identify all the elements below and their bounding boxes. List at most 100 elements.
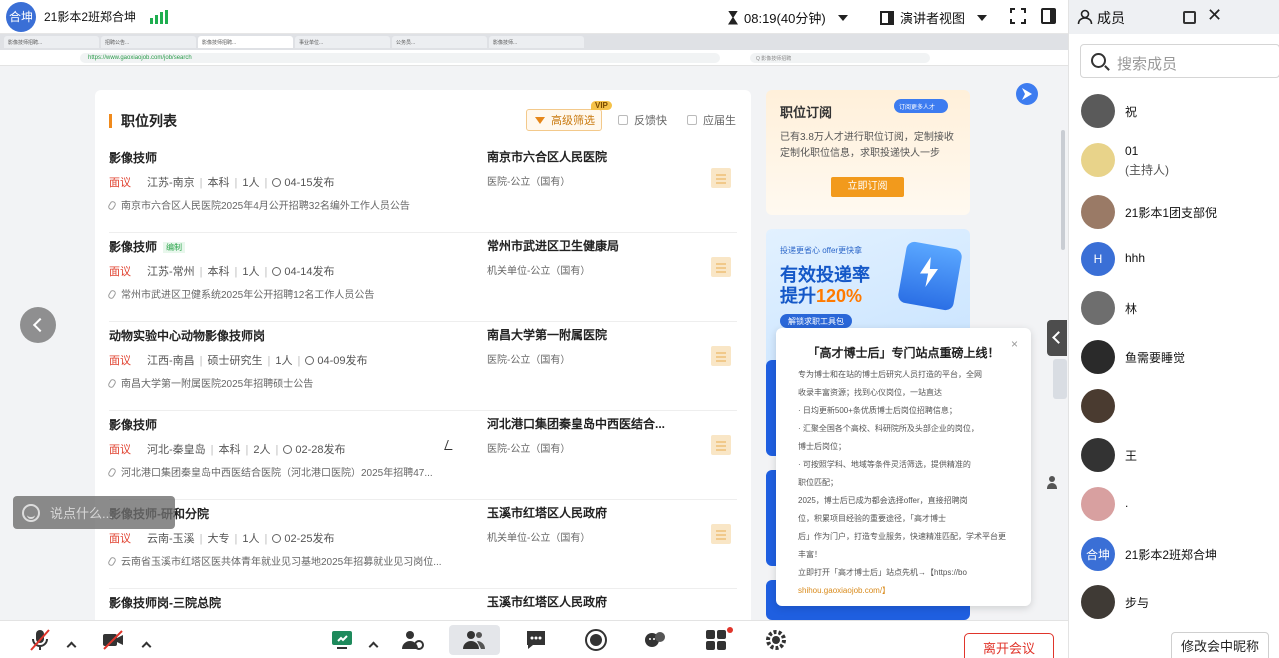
browser-tab[interactable]: 影像技师... xyxy=(489,36,584,48)
person-icon[interactable] xyxy=(1047,476,1057,490)
meeting-name[interactable]: 21影本2班郑合坤 xyxy=(44,8,136,25)
employer-name[interactable]: 常州市武进区卫生健康局 xyxy=(487,237,619,254)
job-item[interactable]: 影像技师 编制 面议 江苏-常州 | 本科 | 1人 | 04-14发布 常州市武进区卫健系统2… xyxy=(95,232,751,321)
advanced-filter-button[interactable]: 高级筛选 xyxy=(526,109,602,131)
job-title-text: 影像技师 xyxy=(109,151,158,165)
subscription-badge[interactable]: 订阅更多人才 xyxy=(894,99,948,113)
divider xyxy=(109,410,737,411)
browser-tab[interactable]: 影像技师招聘... xyxy=(4,36,99,48)
fresh-grad-checkbox[interactable]: 应届生 xyxy=(687,112,736,128)
chevron-up-icon[interactable] xyxy=(368,641,379,652)
job-item[interactable]: 动物实验中心动物影像技师岗 面议 江西-南昌 | 硕士研究生 | 1人 | 04-09发布 南… xyxy=(95,321,751,410)
subscribe-button[interactable]: 立即订阅 xyxy=(831,177,904,197)
job-item[interactable]: 影像技师 面议 江苏-南京 | 本科 | 1人 | 04-15发布 南京市六合区人民医院202… xyxy=(95,143,751,232)
member-search-input[interactable]: 搜索成员 xyxy=(1080,44,1279,78)
member-row[interactable]: H hhh xyxy=(1081,242,1279,282)
view-mode-selector[interactable]: 演讲者视图 xyxy=(880,8,988,27)
site-logo-icon[interactable] xyxy=(1016,83,1038,105)
smiley-icon[interactable] xyxy=(22,503,40,522)
location: 云南-玉溪 xyxy=(147,533,195,545)
page-scrollbar[interactable] xyxy=(1061,130,1065,250)
member-row[interactable]: 林 xyxy=(1081,291,1279,331)
chat-bullet-input[interactable]: 说点什么... xyxy=(13,496,175,529)
add-participant-icon[interactable] xyxy=(401,628,425,652)
member-row[interactable] xyxy=(1081,389,1279,429)
members-panel: 成员 ✕ 搜索成员 祝 01 (主持人) 21影本1团支部倪 H hhh 林 鱼… xyxy=(1068,0,1279,658)
salary: 面议 xyxy=(109,444,131,456)
member-name: 21影本2班郑合坤 xyxy=(1125,548,1218,562)
headcount: 1人 xyxy=(275,355,293,367)
employer-name[interactable]: 玉溪市红塔区人民政府 xyxy=(487,593,607,610)
chevron-up-icon[interactable] xyxy=(66,641,77,652)
fullscreen-icon[interactable] xyxy=(1010,8,1026,24)
job-title[interactable]: 影像技师 xyxy=(109,149,157,166)
rename-in-meeting-button[interactable]: 修改会中昵称 xyxy=(1171,632,1269,658)
members-button[interactable] xyxy=(449,625,500,655)
microphone-muted-icon[interactable] xyxy=(28,628,52,652)
job-title[interactable]: 影像技师 编制 xyxy=(109,238,186,255)
paperclip-icon xyxy=(107,556,117,567)
side-toolbar[interactable] xyxy=(1053,359,1067,399)
url-field[interactable]: https://www.gaoxiaojob.com/job/search xyxy=(80,52,720,63)
chat-icon[interactable] xyxy=(524,628,548,652)
previous-arrow-icon[interactable] xyxy=(20,307,56,343)
job-title[interactable]: 动物实验中心动物影像技师岗 xyxy=(109,327,265,344)
chevron-down-icon[interactable] xyxy=(837,14,848,21)
popup-link[interactable]: shihou.gaoxiaojob.com/】 xyxy=(798,582,1016,600)
checkbox-label: 反馈快 xyxy=(634,115,667,127)
collapse-sidebar-icon[interactable] xyxy=(1047,320,1067,356)
job-subscription-card: 职位订阅 订阅更多人才 已有3.8万人才进行职位订阅，定制接收定制化职位信息，求… xyxy=(766,90,970,215)
host-avatar[interactable]: 合坤 xyxy=(6,1,36,32)
record-icon[interactable] xyxy=(584,628,608,652)
subscription-text: 已有3.8万人才进行职位订阅，定制接收定制化职位信息，求职投递快人一步 xyxy=(780,132,954,159)
signal-icon[interactable] xyxy=(150,9,169,24)
job-announcement[interactable]: 南京市六合区人民医院2025年4月公开招聘32名编外工作人员公告 xyxy=(107,197,410,212)
member-row[interactable]: 鱼需要睡觉 xyxy=(1081,340,1279,380)
job-title[interactable]: 影像技师 xyxy=(109,416,157,433)
fast-feedback-checkbox[interactable]: 反馈快 xyxy=(618,112,667,128)
job-item[interactable]: 影像技师-研和分院 面议云南-玉溪|大专|1人|02-25发布 云南省玉溪市红塔… xyxy=(95,499,751,588)
camera-off-icon[interactable] xyxy=(101,628,125,652)
member-row[interactable]: 合坤 21影本2班郑合坤 xyxy=(1081,537,1279,577)
member-row[interactable]: 步与 xyxy=(1081,585,1279,625)
promo-cta[interactable]: 解锁求职工具包 xyxy=(780,314,852,328)
browser-tab[interactable]: 事业单位... xyxy=(295,36,390,48)
education: 本科 xyxy=(207,266,230,278)
member-row[interactable]: 01 (主持人) xyxy=(1081,143,1279,183)
leave-meeting-button[interactable]: 离开会议 xyxy=(964,633,1054,658)
job-title[interactable]: 影像技师岗-三院总院 xyxy=(109,594,221,611)
job-announcement[interactable]: 南昌大学第一附属医院2025年招聘硕士公告 xyxy=(107,375,313,390)
employer-name[interactable]: 南昌大学第一附属医院 xyxy=(487,326,607,343)
close-icon[interactable]: × xyxy=(1011,337,1018,351)
job-announcement[interactable]: 常州市武进区卫健系统2025年公开招聘12名工作人员公告 xyxy=(107,286,374,301)
reactions-icon[interactable] xyxy=(643,628,667,652)
job-list-title: 职位列表 xyxy=(121,113,177,129)
member-row[interactable]: . xyxy=(1081,487,1279,527)
browser-tab[interactable]: 公务员... xyxy=(392,36,487,48)
job-announcement[interactable]: 云南省玉溪市红塔区医共体青年就业见习基地2025年招募就业见习岗位... xyxy=(107,553,442,568)
job-item[interactable]: 影像技师岗-三院总院 玉溪市红塔区人民政府 xyxy=(95,588,751,620)
apps-icon[interactable] xyxy=(704,628,728,652)
meeting-timer[interactable]: 08:19(40分钟) xyxy=(728,8,848,27)
popup-line[interactable]: 立即打开「高才博士后」站点先机→【https://bo xyxy=(798,564,1016,582)
browser-tab-active[interactable]: 影像技师招聘... xyxy=(198,36,293,48)
employer-name[interactable]: 玉溪市红塔区人民政府 xyxy=(487,504,607,521)
avatar: H xyxy=(1081,242,1115,276)
employer-name[interactable]: 河北港口集团秦皇岛中西医结合... xyxy=(487,415,665,432)
screen-share-icon[interactable] xyxy=(330,628,354,652)
chevron-down-icon[interactable] xyxy=(977,14,988,21)
job-item[interactable]: 影像技师 面议 河北-秦皇岛 | 本科 | 2人 | 02-28发布 河北港口集团秦皇岛中西医… xyxy=(95,410,751,499)
browser-search-field[interactable]: Q 影像技师招聘 xyxy=(750,52,930,63)
member-row[interactable]: 王 xyxy=(1081,438,1279,478)
browser-tab[interactable]: 招聘公告... xyxy=(101,36,196,48)
split-view-icon[interactable] xyxy=(1041,8,1056,24)
close-icon[interactable]: ✕ xyxy=(1207,5,1222,26)
timer-text: 08:19(40分钟) xyxy=(744,11,826,26)
popout-icon[interactable] xyxy=(1183,11,1196,24)
job-announcement[interactable]: 河北港口集团秦皇岛中西医结合医院（河北港口医院）2025年招聘47... xyxy=(107,464,433,479)
chevron-up-icon[interactable] xyxy=(141,641,152,652)
settings-gear-icon[interactable] xyxy=(764,628,788,652)
employer-name[interactable]: 南京市六合区人民医院 xyxy=(487,148,607,165)
member-row[interactable]: 21影本1团支部倪 xyxy=(1081,195,1279,235)
member-row[interactable]: 祝 xyxy=(1081,94,1279,134)
